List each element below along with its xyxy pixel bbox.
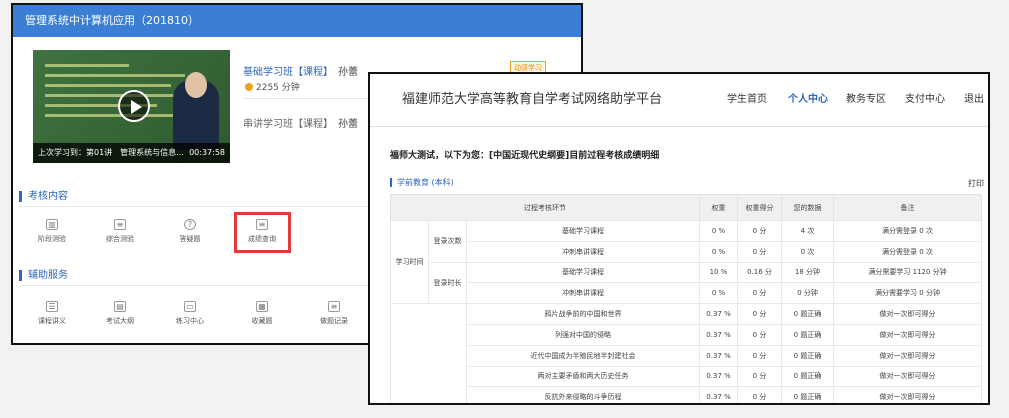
question-icon: ? — [184, 219, 196, 230]
bookmark-icon: ▦ — [256, 301, 268, 312]
table-row: 鸦片战争前的中国和世界 0.37 % 0 分 0 题正确 做对一次即可得分 — [390, 303, 982, 403]
site-title: 福建师范大学高等教育自学考试网络助学平台 — [402, 92, 663, 107]
tile-qa[interactable]: ? 答疑题 — [155, 219, 225, 244]
section-heading-aux: 辅助服务 — [19, 270, 68, 281]
record-icon: ≡ — [328, 301, 340, 312]
subgroup-label: 登录时长 — [428, 261, 467, 305]
report-window: 福建师范大学高等教育自学考试网络助学平台 学生首页 个人中心 教务专区 支付中心… — [368, 72, 990, 405]
report-title: 福师大测试，以下为您：[中国近现代史纲要]目前过程考核成绩明细 — [390, 151, 660, 161]
course-link-review[interactable]: 串讲学习班【课程】 — [243, 115, 333, 130]
table-row: 冲刺串讲课程 0 % 0 分 0 次 满分需登录 0 次 — [391, 240, 982, 263]
header-stage: 过程考核环节 — [390, 194, 700, 221]
table-row: 反抗外来侵略的斗争历程 0.37 % 0 分 0 题正确 做对一次即可得分 — [391, 386, 982, 403]
nav-logout[interactable]: 退出 — [964, 90, 984, 105]
group-label-blank — [390, 303, 467, 403]
teacher-name: 孙蕾 — [338, 119, 358, 130]
header-your-data: 您的数据 — [781, 194, 834, 221]
tile-syllabus[interactable]: ▤ 考试大纲 — [85, 301, 155, 326]
major-label: 学前教育 (本科) — [390, 178, 454, 187]
video-duration: 00:37:58 — [189, 148, 225, 157]
video-player[interactable]: 上次学习到：第01讲 管理系统与信息... 00:37:58 — [33, 50, 230, 163]
header-weighted-score: 权重得分 — [737, 194, 782, 221]
tile-lecture-notes[interactable]: ☰ 课程讲义 — [17, 301, 87, 326]
section-heading-exam: 考核内容 — [19, 191, 68, 202]
table-row: 学习时间 登录次数 基础学习课程 0 % 0 分 4 次 满分需登录 0 次 — [390, 219, 982, 305]
header-divider — [370, 126, 988, 127]
file-icon: ▤ — [114, 301, 126, 312]
teacher-name: 孙蕾 — [338, 67, 358, 78]
course-title-bar: 管理系统中计算机应用（201810） — [13, 5, 581, 37]
highlight-box — [234, 212, 291, 253]
lecturer-face — [185, 72, 207, 98]
list-icon: ☰ — [46, 301, 58, 312]
nav-personal-center[interactable]: 个人中心 — [788, 90, 828, 105]
chart-icon: ▥ — [46, 219, 58, 230]
document-icon: ≡ — [114, 219, 126, 230]
clock-icon — [245, 83, 253, 91]
nav-payment[interactable]: 支付中心 — [905, 90, 945, 105]
tile-practice[interactable]: ▭ 练习中心 — [155, 301, 225, 326]
monitor-icon: ▭ — [184, 301, 196, 312]
header-remarks: 备注 — [833, 194, 982, 221]
table-row: 登录时长 基础学习课程 10 % 0.16 分 18 分钟 满分需要学习 112… — [391, 261, 982, 305]
tile-stage-test[interactable]: ▥ 阶段测验 — [17, 219, 87, 244]
nav-home[interactable]: 学生首页 — [727, 90, 767, 105]
course-link-basic[interactable]: 基础学习班【课程】 — [243, 63, 333, 78]
table-header-row: 过程考核环节 权重 权重得分 您的数据 备注 — [390, 194, 982, 221]
slide-text-lines — [45, 64, 185, 134]
tile-history[interactable]: ≡ 做题记录 — [299, 301, 369, 326]
last-study-label: 上次学习到：第01讲 管理系统与信息... — [38, 148, 184, 157]
print-button[interactable]: 打印 — [968, 178, 984, 189]
study-duration: 2255 分钟 — [245, 80, 300, 93]
table-row: 两对主要矛盾和两大历史任务 0.37 % 0 分 0 题正确 做对一次即可得分 — [391, 365, 982, 388]
table-row: 列强对中国的侵略 0.37 % 0 分 0 题正确 做对一次即可得分 — [391, 323, 982, 346]
tile-comprehensive-test[interactable]: ≡ 综合测验 — [85, 219, 155, 244]
nav-academic[interactable]: 教务专区 — [846, 90, 886, 105]
table-row: 冲刺串讲课程 0 % 0 分 0 分钟 满分需要学习 0 分钟 — [391, 282, 982, 305]
score-table: 过程考核环节 权重 权重得分 您的数据 备注 学习时间 登录次数 基础学习课程 … — [390, 194, 982, 403]
video-progress-bar: 上次学习到：第01讲 管理系统与信息... 00:37:58 — [33, 143, 230, 163]
play-icon[interactable] — [118, 90, 150, 122]
group-label: 学习时间 — [390, 219, 429, 305]
table-row: 近代中国成为半殖民地半封建社会 0.37 % 0 分 0 题正确 做对一次即可得… — [391, 344, 982, 367]
subgroup-label: 登录次数 — [428, 220, 467, 263]
header-weight: 权重 — [699, 194, 738, 221]
tile-favorites[interactable]: ▦ 收藏题 — [227, 301, 297, 326]
